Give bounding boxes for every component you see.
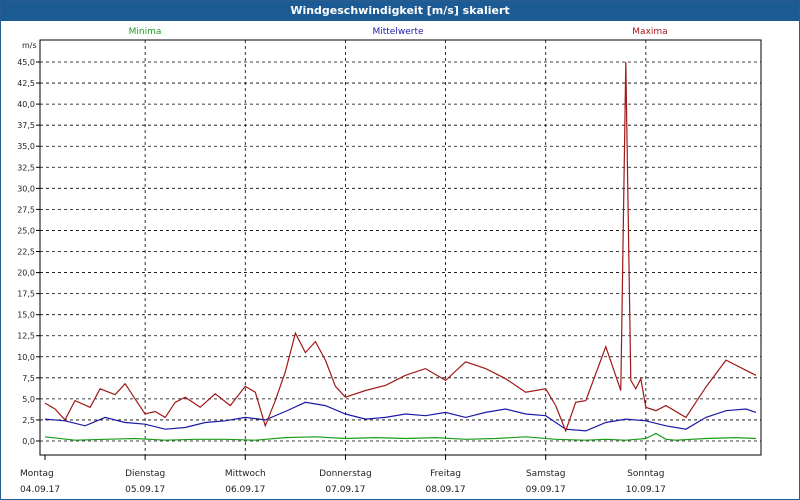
y-tick-label: 2,5 xyxy=(22,416,35,425)
y-tick-label: 0,0 xyxy=(22,437,35,446)
y-tick-label: 27,5 xyxy=(17,205,35,214)
y-tick-label: 15,0 xyxy=(17,311,35,320)
x-day-label: Samstag xyxy=(526,469,565,479)
y-tick-labels: 0,0 2,5 5,0 7,5 10,0 12,5 15,0 17,5 20,0 22,5 25,0… xyxy=(17,58,35,446)
y-tick-label: 7,5 xyxy=(22,374,35,383)
y-tick-label: 5,0 xyxy=(22,395,35,404)
y-tick-label: 17,5 xyxy=(17,290,35,299)
x-date-label: 10.09.17 xyxy=(626,485,666,495)
legend-maxima: Maxima xyxy=(632,27,667,37)
x-day-label: Mittwoch xyxy=(225,469,266,479)
x-date-label: 07.09.17 xyxy=(325,485,365,495)
y-tick-label: 45,0 xyxy=(17,58,35,67)
y-tick-label: 20,0 xyxy=(17,269,35,278)
y-tick-label: 10,0 xyxy=(17,353,35,362)
y-tick-label: 30,0 xyxy=(17,184,35,193)
x-day-label: Montag xyxy=(20,469,54,479)
y-tick-label: 12,5 xyxy=(17,332,35,341)
x-date-label: 08.09.17 xyxy=(426,485,466,495)
plot-area xyxy=(39,39,762,456)
x-date-label: 06.09.17 xyxy=(225,485,265,495)
x-day-label: Sonntag xyxy=(627,469,664,479)
x-day-label: Freitag xyxy=(430,469,461,479)
y-tick-label: 32,5 xyxy=(17,163,35,172)
y-tick-label: 37,5 xyxy=(17,121,35,130)
x-day-label: Donnerstag xyxy=(319,469,372,479)
legend-minima: Minima xyxy=(129,27,162,37)
x-date-label: 05.09.17 xyxy=(125,485,165,495)
y-tick-label: 22,5 xyxy=(17,248,35,257)
x-day-label: Dienstag xyxy=(125,469,165,479)
legend-mittelwerte: Mittelwerte xyxy=(372,27,423,37)
y-tick-label: 35,0 xyxy=(17,142,35,151)
y-tick-label: 25,0 xyxy=(17,226,35,235)
x-tick-labels: Montag 04.09.17 Dienstag 05.09.17 Mittwoch 06… xyxy=(20,469,666,495)
y-unit-label: m/s xyxy=(22,41,37,50)
y-tick-label: 42,5 xyxy=(17,79,35,88)
x-date-label: 09.09.17 xyxy=(526,485,566,495)
x-date-label: 04.09.17 xyxy=(20,485,60,495)
y-tick-label: 40,0 xyxy=(17,100,35,109)
line-chart: 0,0 2,5 5,0 7,5 10,0 12,5 15,0 17,5 20,0 22,5 25,0… xyxy=(17,27,762,495)
